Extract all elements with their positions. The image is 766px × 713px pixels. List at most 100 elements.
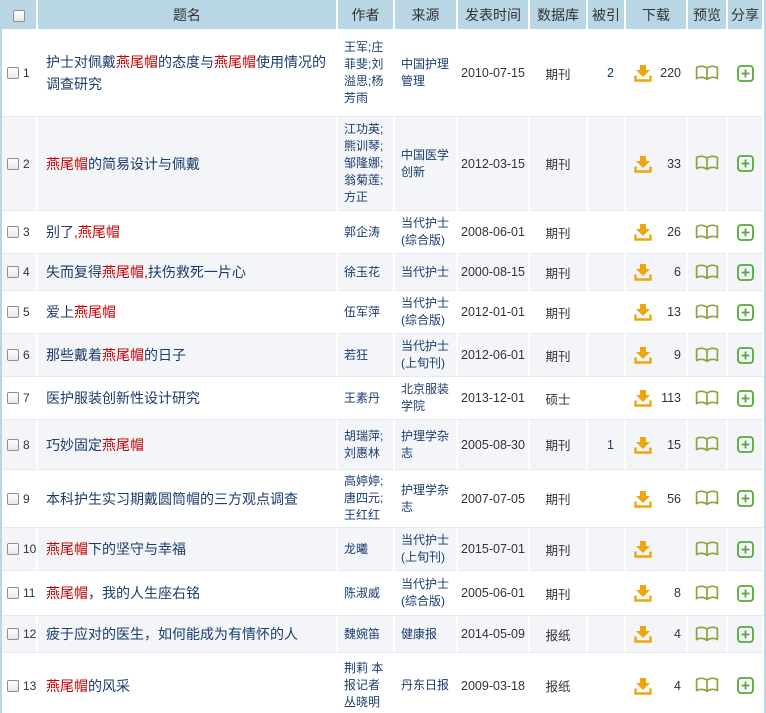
- open-book-icon[interactable]: [695, 224, 719, 241]
- open-book-icon[interactable]: [695, 677, 719, 694]
- author-links[interactable]: 荆莉 本报记者 丛晓明: [344, 661, 383, 709]
- open-book-icon[interactable]: [695, 626, 719, 643]
- download-icon[interactable]: [633, 583, 653, 603]
- author-links[interactable]: 陈淑威: [344, 586, 380, 600]
- download-icon[interactable]: [633, 539, 653, 559]
- download-icon[interactable]: [633, 222, 653, 242]
- download-icon[interactable]: [633, 624, 653, 644]
- cited-count[interactable]: 2: [588, 30, 626, 117]
- author-links[interactable]: 若狂: [344, 348, 368, 362]
- row-checkbox[interactable]: [7, 226, 19, 238]
- row-checkbox[interactable]: [7, 392, 19, 404]
- author-links[interactable]: 郭企涛: [344, 225, 380, 239]
- open-book-icon[interactable]: [695, 155, 719, 172]
- download-icon[interactable]: [633, 262, 653, 282]
- open-book-icon[interactable]: [695, 436, 719, 453]
- open-book-icon[interactable]: [695, 264, 719, 281]
- row-checkbox[interactable]: [7, 349, 19, 361]
- download-icon[interactable]: [633, 435, 653, 455]
- result-title-link[interactable]: 疲于应对的医生，如何能成为有情怀的人: [46, 626, 298, 642]
- result-title-link[interactable]: 爱上燕尾帽: [46, 304, 116, 320]
- open-book-icon[interactable]: [695, 65, 719, 82]
- open-book-icon[interactable]: [695, 490, 719, 507]
- row-checkbox[interactable]: [7, 67, 19, 79]
- author-links[interactable]: 高婷婷;唐四元;王红红: [344, 474, 383, 522]
- plus-square-icon[interactable]: [737, 347, 754, 364]
- author-links[interactable]: 徐玉花: [344, 265, 380, 279]
- result-title-link[interactable]: 护士对佩戴燕尾帽的态度与燕尾帽使用情况的调查研究: [46, 54, 326, 92]
- download-icon[interactable]: [633, 345, 653, 365]
- result-title-link[interactable]: 那些戴着燕尾帽的日子: [46, 347, 186, 363]
- author-links[interactable]: 王素丹: [344, 391, 380, 405]
- result-title-link[interactable]: 燕尾帽下的坚守与幸福: [46, 541, 186, 557]
- download-icon[interactable]: [633, 489, 653, 509]
- author-links[interactable]: 龙曦: [344, 542, 368, 556]
- cited-count[interactable]: 1: [588, 420, 626, 470]
- author-links[interactable]: 魏婉笛: [344, 627, 380, 641]
- source-link[interactable]: 中国医学创新: [401, 148, 449, 179]
- download-icon[interactable]: [633, 302, 653, 322]
- result-title-link[interactable]: 燕尾帽的风采: [46, 678, 130, 694]
- plus-square-icon[interactable]: [737, 224, 754, 241]
- source-link[interactable]: 丹东日报: [401, 678, 449, 692]
- row-checkbox[interactable]: [7, 587, 19, 599]
- title-text: 那些戴着: [46, 347, 102, 363]
- plus-square-icon[interactable]: [737, 490, 754, 507]
- source-link[interactable]: 当代护士(上旬刊): [401, 339, 449, 370]
- source-link[interactable]: 中国护理管理: [401, 57, 449, 88]
- plus-square-icon[interactable]: [737, 541, 754, 558]
- source-cell: 当代护士(综合版): [395, 571, 458, 616]
- author-links[interactable]: 伍军萍: [344, 305, 380, 319]
- select-all-checkbox[interactable]: [13, 10, 25, 22]
- source-link[interactable]: 北京服装学院: [401, 382, 449, 413]
- plus-square-icon[interactable]: [737, 155, 754, 172]
- plus-square-icon[interactable]: [737, 304, 754, 321]
- plus-square-icon[interactable]: [737, 626, 754, 643]
- open-book-icon[interactable]: [695, 347, 719, 364]
- row-checkbox[interactable]: [7, 493, 19, 505]
- source-link[interactable]: 健康报: [401, 627, 437, 641]
- result-title-link[interactable]: 燕尾帽，我的人生座右铭: [46, 585, 200, 601]
- source-link[interactable]: 当代护士(上旬刊): [401, 533, 449, 564]
- result-title-link[interactable]: 别了,燕尾帽: [46, 224, 120, 240]
- open-book-icon[interactable]: [695, 541, 719, 558]
- row-checkbox[interactable]: [7, 158, 19, 170]
- author-links[interactable]: 胡瑞萍;刘惠林: [344, 429, 383, 460]
- plus-square-icon[interactable]: [737, 585, 754, 602]
- download-icon[interactable]: [633, 388, 653, 408]
- plus-square-icon[interactable]: [737, 65, 754, 82]
- row-checkbox[interactable]: [7, 266, 19, 278]
- source-link[interactable]: 护理学杂志: [401, 483, 449, 514]
- open-book-icon[interactable]: [695, 304, 719, 321]
- row-checkbox[interactable]: [7, 439, 19, 451]
- download-icon[interactable]: [633, 154, 653, 174]
- download-icon[interactable]: [633, 676, 653, 696]
- download-icon[interactable]: [633, 63, 653, 83]
- row-checkbox[interactable]: [7, 680, 19, 692]
- row-checkbox[interactable]: [7, 306, 19, 318]
- result-title-link[interactable]: 燕尾帽的简易设计与佩戴: [46, 156, 200, 172]
- row-number: 7: [23, 391, 30, 405]
- download-count: 4: [674, 627, 681, 641]
- plus-square-icon[interactable]: [737, 436, 754, 453]
- source-link[interactable]: 当代护士: [401, 265, 449, 279]
- open-book-icon[interactable]: [695, 390, 719, 407]
- source-link[interactable]: 当代护士(综合版): [401, 296, 449, 327]
- row-checkbox[interactable]: [7, 543, 19, 555]
- source-link[interactable]: 当代护士(综合版): [401, 577, 449, 608]
- row-checkbox[interactable]: [7, 628, 19, 640]
- plus-square-icon[interactable]: [737, 390, 754, 407]
- source-link[interactable]: 当代护士(综合版): [401, 216, 449, 247]
- author-links[interactable]: 江功英;熊训琴;邹隆娜;翁菊莲;方正: [344, 122, 383, 204]
- result-title-link[interactable]: 医护服装创新性设计研究: [46, 390, 200, 406]
- result-title-link[interactable]: 本科护生实习期戴圆筒帽的三方观点调查: [46, 491, 298, 507]
- plus-square-icon[interactable]: [737, 264, 754, 281]
- author-links[interactable]: 王军;庄菲斐;刘溢思;杨芳雨: [344, 40, 383, 105]
- cited-count: [588, 571, 626, 616]
- result-title-link[interactable]: 巧妙固定燕尾帽: [46, 437, 144, 453]
- share-cell: [728, 377, 764, 420]
- plus-square-icon[interactable]: [737, 677, 754, 694]
- result-title-link[interactable]: 失而复得燕尾帽,扶伤救死一片心: [46, 264, 246, 280]
- open-book-icon[interactable]: [695, 585, 719, 602]
- source-link[interactable]: 护理学杂志: [401, 429, 449, 460]
